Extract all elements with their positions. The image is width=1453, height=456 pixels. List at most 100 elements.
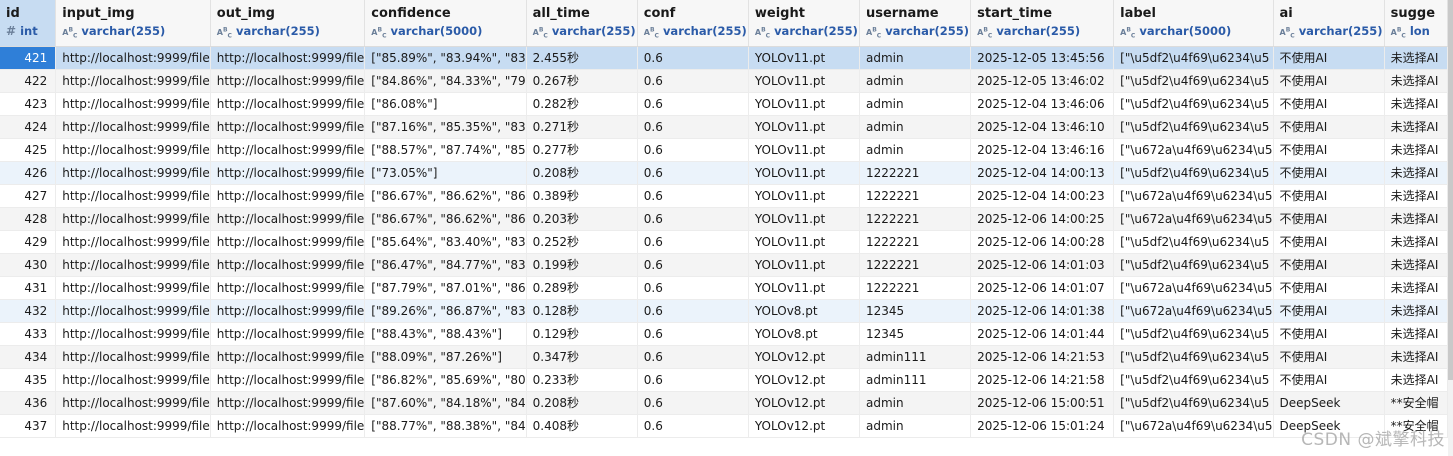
cell-label[interactable]: ["\u672a\u4f69\u6234\u5 [1113, 184, 1274, 208]
cell-sugge[interactable]: 未选择AI [1384, 299, 1448, 323]
cell-out-img[interactable]: http://localhost:9999/file [210, 368, 366, 392]
column-header-ai[interactable]: ai ABC varchar(255) [1273, 0, 1385, 47]
cell-confidence[interactable]: ["88.57%", "87.74%", "85 [364, 138, 527, 162]
cell-username[interactable]: 12345 [859, 322, 972, 346]
cell-weight[interactable]: YOLOv11.pt [748, 69, 861, 93]
cell-username[interactable]: admin [859, 92, 972, 116]
cell-input-img[interactable]: http://localhost:9999/file [55, 184, 211, 208]
cell-confidence[interactable]: ["73.05%"] [364, 161, 527, 185]
cell-confidence[interactable]: ["86.47%", "84.77%", "83 [364, 253, 527, 277]
table-row[interactable]: 427 http://localhost:9999/file http://loca… [0, 184, 1448, 208]
cell-out-img[interactable]: http://localhost:9999/file [210, 207, 366, 231]
cell-out-img[interactable]: http://localhost:9999/file [210, 322, 366, 346]
table-row[interactable]: 430 http://localhost:9999/file http://loca… [0, 253, 1448, 277]
cell-id[interactable]: 425 [0, 138, 57, 162]
cell-confidence[interactable]: ["87.60%", "84.18%", "84 [364, 391, 527, 415]
cell-confidence[interactable]: ["86.08%"] [364, 92, 527, 116]
cell-sugge[interactable]: 未选择AI [1384, 253, 1448, 277]
cell-username[interactable]: admin [859, 115, 972, 139]
cell-all-time[interactable]: 0.252秒 [526, 230, 638, 254]
cell-out-img[interactable]: http://localhost:9999/file [210, 46, 366, 70]
cell-username[interactable]: admin111 [859, 345, 972, 369]
cell-ai[interactable]: 不使用AI [1273, 299, 1385, 323]
cell-all-time[interactable]: 0.199秒 [526, 253, 638, 277]
cell-id[interactable]: 434 [0, 345, 57, 369]
cell-confidence[interactable]: ["89.26%", "86.87%", "83 [364, 299, 527, 323]
cell-input-img[interactable]: http://localhost:9999/file [55, 299, 211, 323]
cell-confidence[interactable]: ["85.89%", "83.94%", "83 [364, 46, 527, 70]
cell-conf[interactable]: 0.6 [637, 322, 749, 346]
cell-sugge[interactable]: **安全帽 [1384, 391, 1448, 415]
cell-confidence[interactable]: ["88.77%", "88.38%", "84 [364, 414, 527, 438]
cell-username[interactable]: admin [859, 46, 972, 70]
cell-input-img[interactable]: http://localhost:9999/file [55, 161, 211, 185]
cell-weight[interactable]: YOLOv11.pt [748, 184, 861, 208]
cell-start-time[interactable]: 2025-12-04 13:46:16 [970, 138, 1115, 162]
cell-label[interactable]: ["\u672a\u4f69\u6234\u5 [1113, 299, 1274, 323]
column-header-label[interactable]: label ABC varchar(5000) [1113, 0, 1274, 47]
cell-out-img[interactable]: http://localhost:9999/file [210, 69, 366, 93]
cell-weight[interactable]: YOLOv11.pt [748, 138, 861, 162]
cell-conf[interactable]: 0.6 [637, 207, 749, 231]
cell-username[interactable]: 12345 [859, 299, 972, 323]
cell-input-img[interactable]: http://localhost:9999/file [55, 345, 211, 369]
cell-username[interactable]: 1222221 [859, 253, 972, 277]
cell-id[interactable]: 427 [0, 184, 57, 208]
table-row[interactable]: 434 http://localhost:9999/file http://loca… [0, 345, 1448, 369]
cell-conf[interactable]: 0.6 [637, 138, 749, 162]
cell-weight[interactable]: YOLOv11.pt [748, 207, 861, 231]
cell-conf[interactable]: 0.6 [637, 299, 749, 323]
cell-username[interactable]: admin111 [859, 368, 972, 392]
scrollbar-thumb[interactable] [1448, 0, 1453, 380]
cell-start-time[interactable]: 2025-12-06 14:21:53 [970, 345, 1115, 369]
cell-all-time[interactable]: 2.455秒 [526, 46, 638, 70]
table-row[interactable]: 437 http://localhost:9999/file http://loca… [0, 414, 1448, 438]
cell-out-img[interactable]: http://localhost:9999/file [210, 115, 366, 139]
cell-ai[interactable]: 不使用AI [1273, 207, 1385, 231]
table-row[interactable]: 433 http://localhost:9999/file http://loca… [0, 322, 1448, 346]
cell-input-img[interactable]: http://localhost:9999/file [55, 69, 211, 93]
cell-sugge[interactable]: 未选择AI [1384, 368, 1448, 392]
table-row[interactable]: 426 http://localhost:9999/file http://loca… [0, 161, 1448, 185]
cell-weight[interactable]: YOLOv12.pt [748, 414, 861, 438]
cell-label[interactable]: ["\u5df2\u4f69\u6234\u5 [1113, 92, 1274, 116]
cell-weight[interactable]: YOLOv11.pt [748, 92, 861, 116]
cell-id[interactable]: 430 [0, 253, 57, 277]
cell-all-time[interactable]: 0.208秒 [526, 161, 638, 185]
cell-sugge[interactable]: 未选择AI [1384, 345, 1448, 369]
cell-all-time[interactable]: 0.282秒 [526, 92, 638, 116]
cell-sugge[interactable]: 未选择AI [1384, 161, 1448, 185]
cell-id[interactable]: 421 [0, 46, 57, 70]
cell-all-time[interactable]: 0.389秒 [526, 184, 638, 208]
cell-weight[interactable]: YOLOv12.pt [748, 391, 861, 415]
cell-all-time[interactable]: 0.208秒 [526, 391, 638, 415]
cell-all-time[interactable]: 0.129秒 [526, 322, 638, 346]
cell-ai[interactable]: 不使用AI [1273, 69, 1385, 93]
column-header-sugge[interactable]: sugge ABC lon [1384, 0, 1448, 47]
cell-label[interactable]: ["\u5df2\u4f69\u6234\u5 [1113, 368, 1274, 392]
column-header-out-img[interactable]: out_img ABC varchar(255) [210, 0, 366, 47]
cell-ai[interactable]: 不使用AI [1273, 345, 1385, 369]
cell-input-img[interactable]: http://localhost:9999/file [55, 276, 211, 300]
cell-confidence[interactable]: ["86.82%", "85.69%", "80 [364, 368, 527, 392]
cell-all-time[interactable]: 0.267秒 [526, 69, 638, 93]
column-header-username[interactable]: username ABC varchar(255) [859, 0, 972, 47]
column-header-all-time[interactable]: all_time ABC varchar(255) [526, 0, 638, 47]
cell-id[interactable]: 433 [0, 322, 57, 346]
cell-sugge[interactable]: 未选择AI [1384, 207, 1448, 231]
cell-all-time[interactable]: 0.277秒 [526, 138, 638, 162]
cell-input-img[interactable]: http://localhost:9999/file [55, 253, 211, 277]
cell-username[interactable]: 1222221 [859, 276, 972, 300]
cell-input-img[interactable]: http://localhost:9999/file [55, 138, 211, 162]
column-header-id[interactable]: id # int [0, 0, 57, 47]
cell-input-img[interactable]: http://localhost:9999/file [55, 414, 211, 438]
cell-username[interactable]: 1222221 [859, 161, 972, 185]
cell-label[interactable]: ["\u672a\u4f69\u6234\u5 [1113, 414, 1274, 438]
cell-sugge[interactable]: 未选择AI [1384, 69, 1448, 93]
cell-conf[interactable]: 0.6 [637, 368, 749, 392]
cell-start-time[interactable]: 2025-12-06 14:01:03 [970, 253, 1115, 277]
table-row[interactable]: 435 http://localhost:9999/file http://loca… [0, 368, 1448, 392]
cell-id[interactable]: 436 [0, 391, 57, 415]
cell-start-time[interactable]: 2025-12-04 14:00:23 [970, 184, 1115, 208]
table-row[interactable]: 436 http://localhost:9999/file http://loca… [0, 391, 1448, 415]
